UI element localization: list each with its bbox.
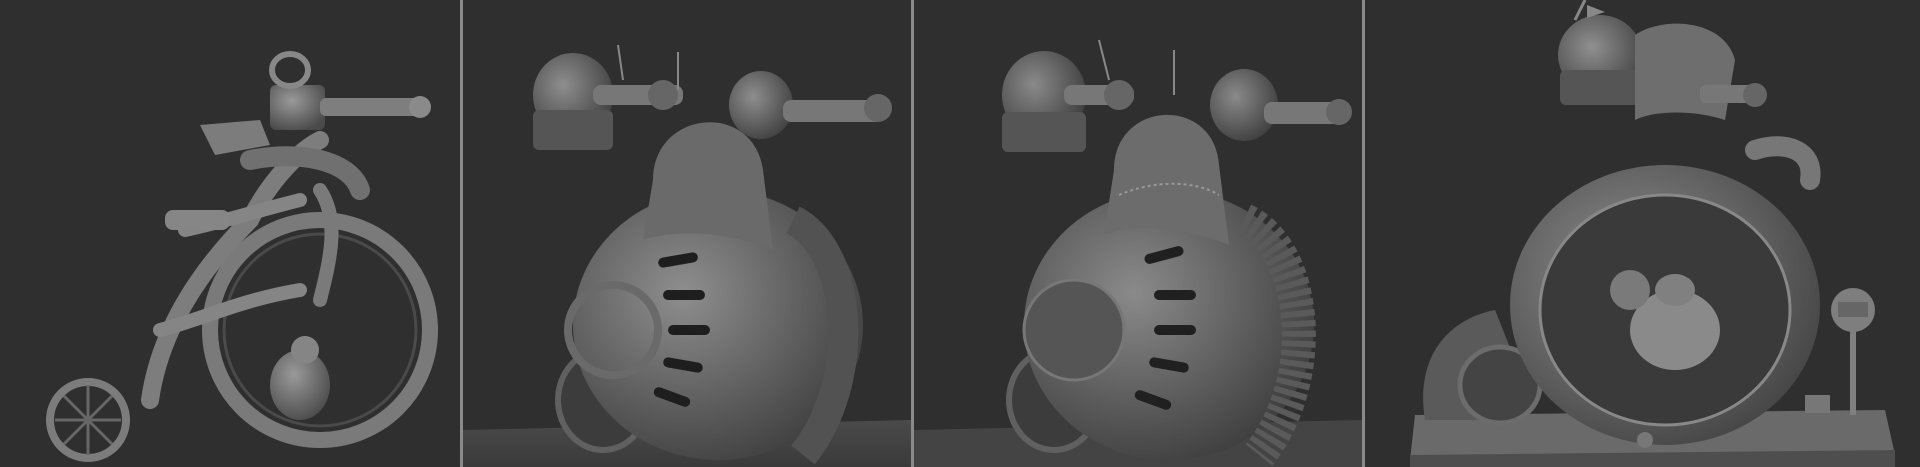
final-diorama-sculpt (1365, 0, 1920, 467)
panel-stage-2 (463, 0, 911, 467)
right-turret (729, 71, 793, 139)
wheel-pod-sculpt (463, 0, 911, 467)
image-strip (0, 0, 1920, 467)
penny-farthing-sculpt (0, 0, 460, 467)
cockpit (1635, 23, 1735, 121)
panel-stage-4 (1365, 0, 1920, 467)
panel-stage-1 (0, 0, 460, 467)
panel-stage-3 (914, 0, 1362, 467)
detailed-pod-sculpt (914, 0, 1362, 467)
